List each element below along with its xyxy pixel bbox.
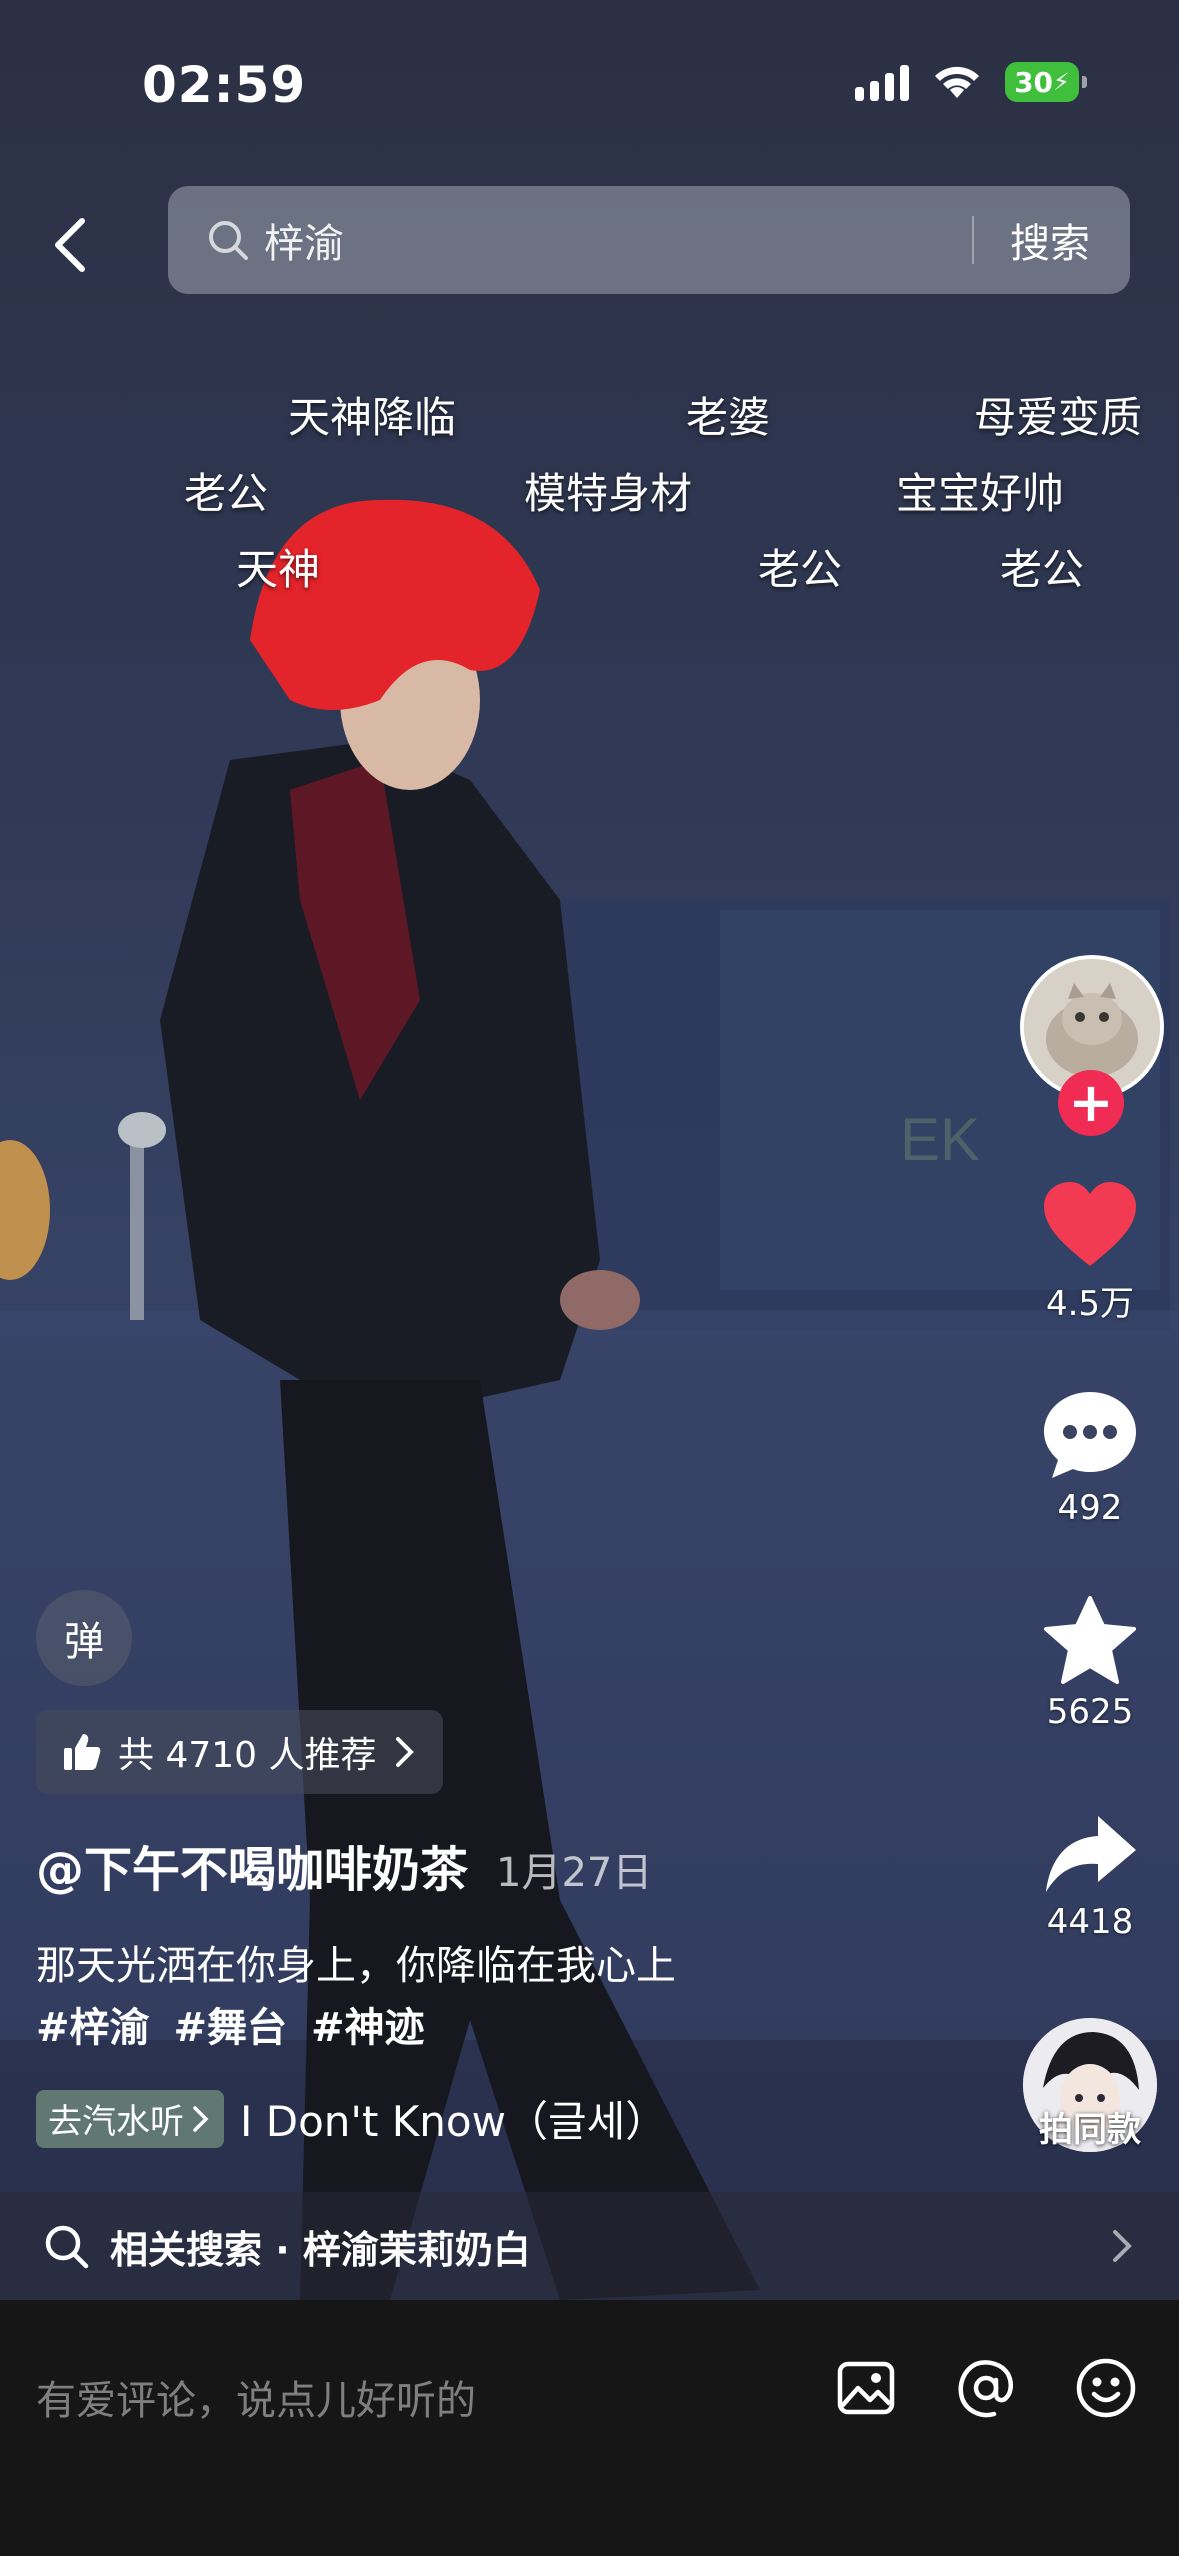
search-button[interactable]: 搜索 (974, 211, 1130, 269)
danmaku-comment: 母爱变质 (974, 393, 1143, 442)
search-input[interactable]: 梓渝 (264, 211, 972, 269)
post-date: 1月27日 (496, 1850, 653, 1896)
danmaku-comment: 宝宝好帅 (896, 469, 1065, 518)
danmaku-comment: 天神 (236, 545, 321, 594)
image-icon[interactable] (834, 2356, 898, 2420)
hashtag-link[interactable]: #神迹 (311, 1997, 425, 2059)
chevron-right-icon (193, 2105, 209, 2132)
comment-count: 492 (1057, 1488, 1123, 1528)
author-name[interactable]: @下午不喝咖啡奶茶 (36, 1830, 468, 1900)
svg-text:EK: EK (900, 1106, 980, 1173)
favorite-count: 5625 (1046, 1692, 1134, 1732)
search-icon (45, 2225, 89, 2269)
emoji-icon[interactable] (1074, 2356, 1138, 2420)
wifi-icon (935, 66, 979, 98)
author-line: @下午不喝咖啡奶茶 1月27日 (36, 1830, 652, 1900)
hashtag-link[interactable]: #舞台 (174, 1997, 288, 2059)
music-tag-label: 去汽水听 (48, 2102, 184, 2142)
music-row[interactable]: 去汽水听 I Don't Know（글세） (36, 2088, 667, 2149)
like-count: 4.5万 (1045, 1284, 1135, 1324)
danmaku-comment: 老公 (758, 545, 843, 594)
charging-bolt-icon: ⚡ (1053, 68, 1070, 96)
share-action[interactable]: 4418 (1020, 1812, 1160, 1942)
status-icons: 30 ⚡ (855, 62, 1087, 102)
danmaku-toggle-button[interactable]: 弹 (36, 1590, 132, 1686)
cellular-signal-icon (855, 63, 909, 101)
comment-bubble-icon (1044, 1392, 1136, 1478)
thumbs-up-icon (64, 1734, 101, 1770)
share-count: 4418 (1046, 1902, 1134, 1942)
chevron-right-icon (1113, 2230, 1132, 2262)
heart-icon (1044, 1182, 1136, 1266)
star-icon (1044, 1596, 1136, 1684)
comment-bar: 有爱评论，说点儿好听的 (0, 2300, 1179, 2556)
hashtag-list: #梓渝 #舞台 #神迹 (36, 1997, 676, 2059)
hashtag-link[interactable]: #梓渝 (36, 1997, 150, 2059)
favorite-action[interactable]: 5625 (1020, 1594, 1160, 1732)
listen-on-qishui-tag[interactable]: 去汽水听 (36, 2089, 224, 2148)
comment-input[interactable]: 有爱评论，说点儿好听的 (36, 2368, 476, 2426)
music-title: I Don't Know（글세） (240, 2097, 668, 2146)
search-bar[interactable]: 梓渝 搜索 (168, 186, 1130, 294)
share-arrow-icon (1046, 1816, 1136, 1892)
like-action[interactable]: 4.5万 (1020, 1180, 1160, 1325)
related-search-bar[interactable]: 相关搜索 · 梓渝茉莉奶白 (0, 2192, 1179, 2300)
back-button[interactable] (40, 200, 100, 290)
battery-level: 30 (1014, 65, 1054, 99)
danmaku-comment: 老公 (1000, 545, 1085, 594)
recommend-label: 共 4710 人推荐 (118, 1735, 377, 1776)
danmaku-comment: 老婆 (686, 393, 771, 442)
danmaku-comment: 模特身材 (524, 469, 693, 518)
caption-text: 那天光洒在你身上，你降临在我心上 (36, 1943, 676, 1989)
comment-action[interactable]: 492 (1020, 1388, 1160, 1528)
mention-at-icon[interactable] (954, 2356, 1018, 2420)
chevron-left-icon (55, 218, 85, 272)
recommend-chip[interactable]: 共 4710 人推荐 (36, 1710, 443, 1794)
same-style-label[interactable]: 拍同款 (1020, 2102, 1160, 2151)
search-icon (209, 221, 248, 260)
danmaku-comment: 老公 (184, 469, 269, 518)
follow-button[interactable]: + (1058, 1070, 1124, 1136)
danmaku-comment: 天神降临 (288, 393, 457, 442)
chevron-right-icon (395, 1737, 414, 1767)
related-search-text: 相关搜索 · 梓渝茉莉奶白 (110, 2227, 531, 2272)
battery-indicator: 30 ⚡ (1005, 62, 1087, 102)
status-time: 02:59 (142, 56, 307, 114)
post-caption: 那天光洒在你身上，你降临在我心上 #梓渝 #舞台 #神迹 (36, 1935, 676, 2059)
